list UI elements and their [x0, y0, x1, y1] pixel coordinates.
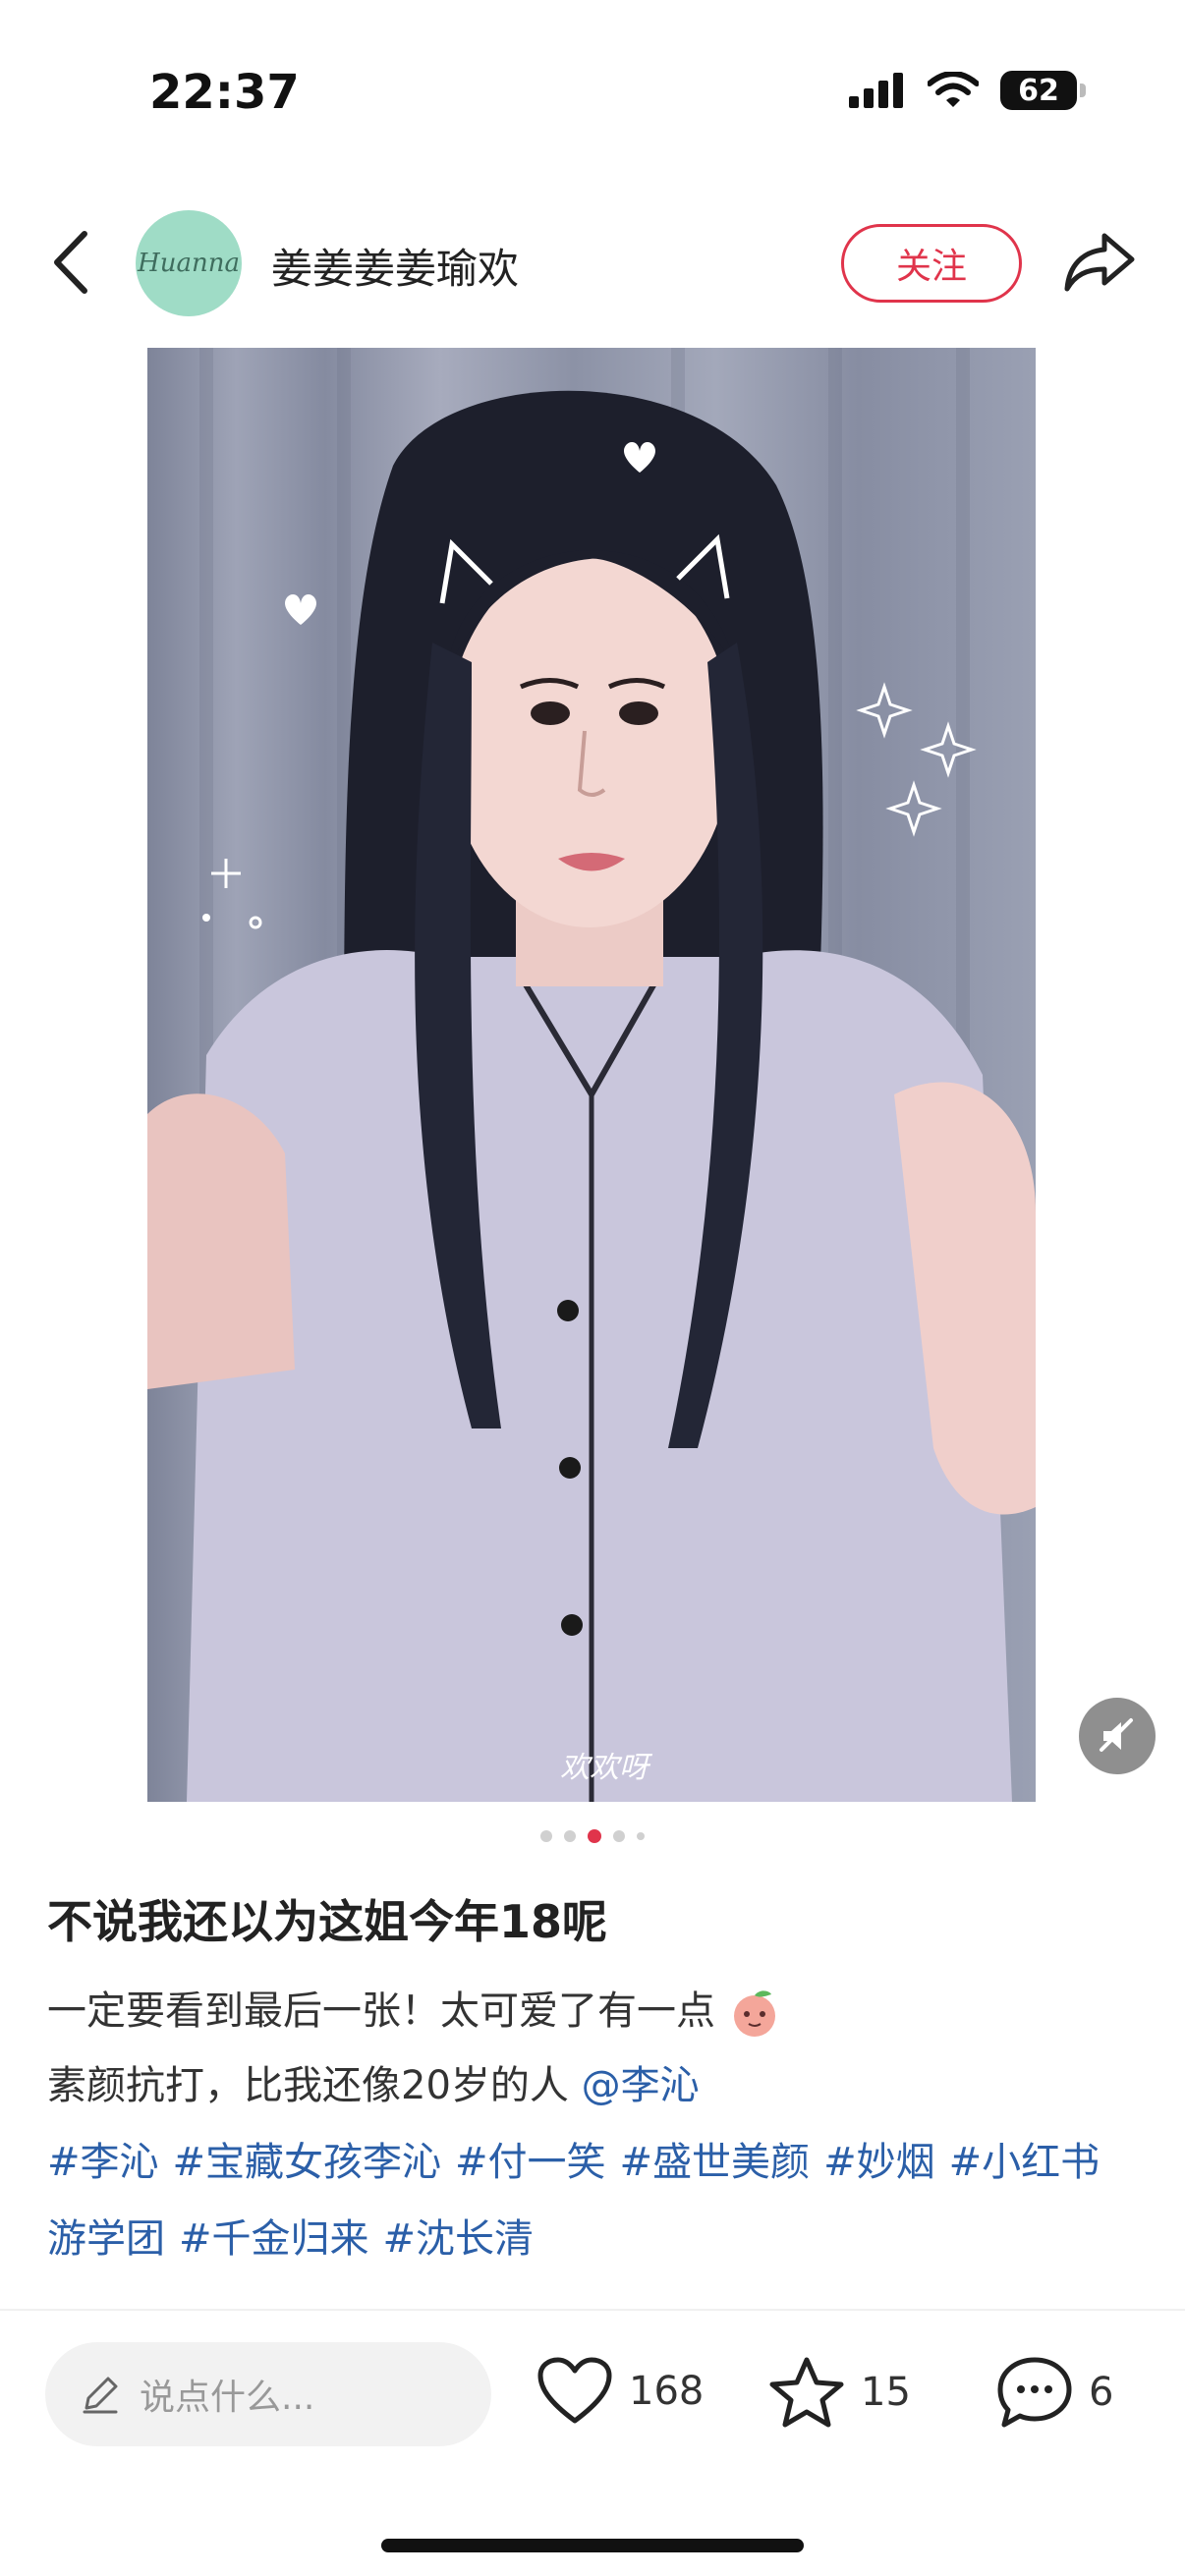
watermark: 欢欢呀 [560, 1751, 649, 1785]
avatar-logo-text: Huanna [138, 249, 240, 278]
speaker-muted-icon [1100, 1718, 1133, 1752]
mute-button[interactable] [1079, 1698, 1156, 1774]
signal-icon [849, 73, 903, 108]
back-arrow-icon[interactable] [47, 228, 96, 297]
comment-count: 6 [1089, 2370, 1114, 2415]
status-time: 22:37 [149, 65, 300, 120]
hashtag[interactable]: #沈长清 [383, 2216, 535, 2262]
collect-button[interactable]: 15 [768, 2356, 911, 2429]
hashtag[interactable]: #妙烟 [823, 2140, 935, 2185]
star-icon [769, 2357, 844, 2428]
hashtag[interactable]: #宝藏女孩李沁 [173, 2140, 442, 2185]
post-body-line-1: 一定要看到最后一张！太可爱了有一点 [47, 1979, 781, 2040]
hashtag-list: #李沁 #宝藏女孩李沁 #付一笑 #盛世美颜 #妙烟 #小红书游学团 #千金归来 #沈长清 [47, 2124, 1138, 2277]
hashtag[interactable]: #千金归来 [179, 2216, 369, 2262]
post-photo[interactable]: 欢欢呀 [147, 348, 1036, 1802]
home-indicator [381, 2539, 804, 2552]
pencil-icon [83, 2377, 118, 2414]
carousel-dot [564, 1830, 576, 1842]
photo-illustration [147, 348, 1036, 1802]
bottom-divider [0, 2309, 1185, 2311]
hashtag[interactable]: #盛世美颜 [620, 2140, 811, 2185]
heart-icon [537, 2357, 612, 2424]
comment-placeholder: 说点什么... [140, 2378, 315, 2418]
post-title: 不说我还以为这姐今年18呢 [47, 1895, 608, 1948]
carousel-indicator [0, 1829, 1185, 1843]
post-body-text: 一定要看到最后一张！太可爱了有一点 [47, 1988, 715, 2034]
avatar[interactable]: Huanna [136, 210, 242, 316]
like-button[interactable]: 168 [536, 2356, 704, 2427]
carousel-dot [637, 1832, 645, 1840]
post-body-line-2: 素颜抗打，比我还像20岁的人 @李沁 [47, 2053, 700, 2110]
carousel-dot-active [588, 1829, 601, 1843]
battery-indicator: 62 [1000, 71, 1086, 110]
comment-bubble-icon [997, 2357, 1072, 2428]
like-count: 168 [629, 2369, 705, 2414]
comment-input[interactable]: 说点什么... [45, 2342, 491, 2446]
collect-count: 15 [861, 2370, 911, 2415]
follow-button[interactable]: 关注 [841, 224, 1022, 303]
username[interactable]: 姜姜姜姜瑜欢 [271, 236, 519, 296]
comment-button[interactable]: 6 [996, 2356, 1113, 2429]
hashtag[interactable]: #李沁 [47, 2140, 159, 2185]
hashtag[interactable]: #付一笑 [455, 2140, 606, 2185]
carousel-dot [540, 1830, 552, 1842]
share-icon[interactable] [1063, 228, 1136, 297]
wifi-icon [928, 72, 979, 107]
mention-link[interactable]: @李沁 [582, 2063, 700, 2108]
peach-emoji-icon [733, 1990, 775, 2037]
carousel-dot [613, 1830, 625, 1842]
post-body-text: 素颜抗打，比我还像20岁的人 [47, 2063, 582, 2108]
status-icons: 62 [849, 71, 1086, 110]
